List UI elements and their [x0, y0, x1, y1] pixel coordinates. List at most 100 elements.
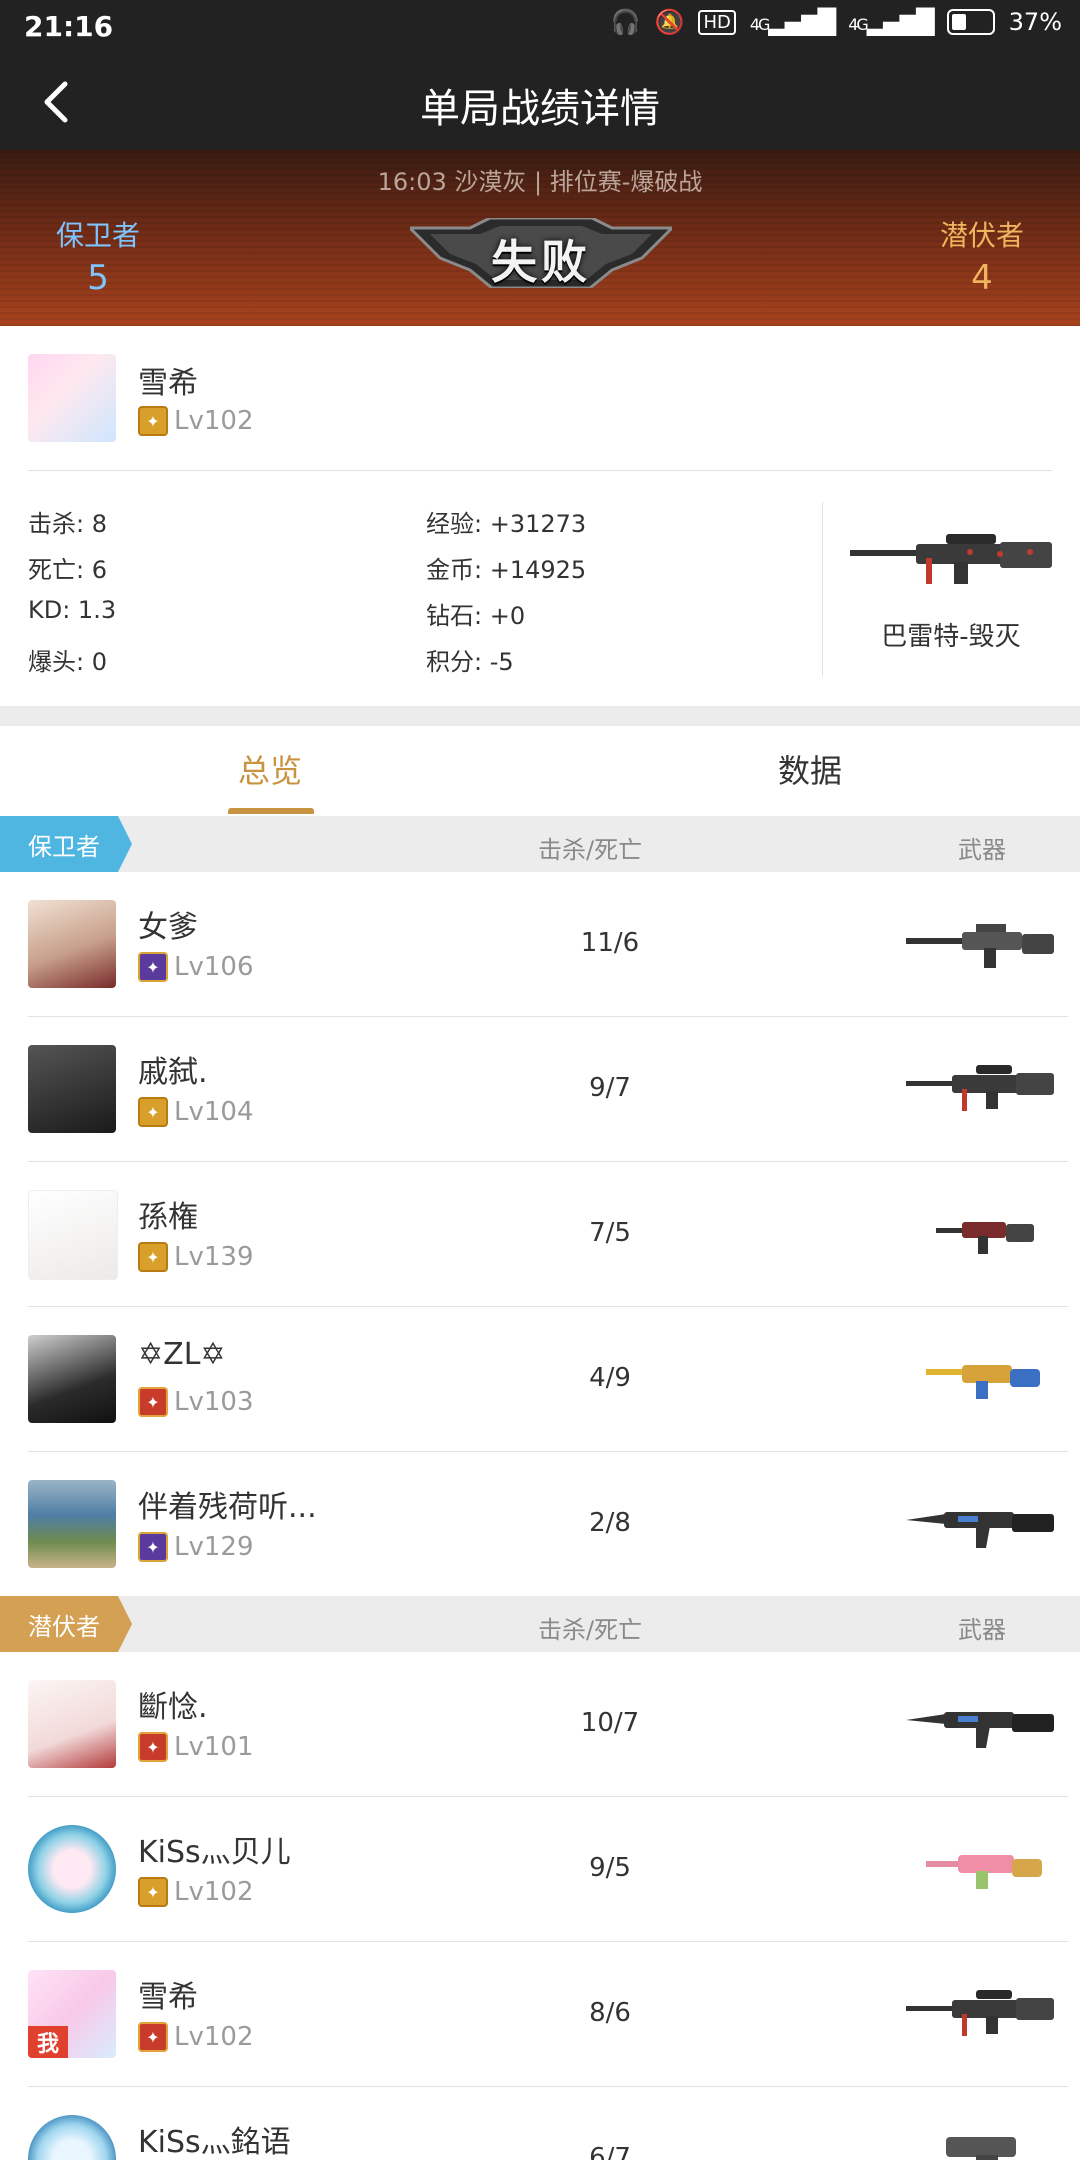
- avatar[interactable]: [28, 1480, 116, 1568]
- rank-badge-icon: ✦: [138, 1242, 168, 1272]
- row-level-text: Lv104: [174, 1097, 254, 1127]
- player-avatar[interactable]: [28, 354, 116, 442]
- row-level-text: Lv139: [174, 1242, 254, 1272]
- sniper-rifle-icon: [906, 1990, 1054, 2036]
- result-text: 失败: [491, 235, 591, 289]
- golden-rifle-icon: [926, 1365, 1040, 1399]
- attackers-col-weapon: 武器: [958, 1616, 1006, 1644]
- row-player-level: ✦ Lv102: [138, 2022, 254, 2052]
- avatar[interactable]: [28, 1680, 116, 1768]
- tab-data[interactable]: 数据: [540, 726, 1080, 816]
- signal-icon-1: 4G▂▄▆█: [749, 8, 836, 36]
- avatar[interactable]: [28, 1045, 116, 1133]
- row-player-level: ✦ Lv129: [138, 1532, 254, 1562]
- row-level-text: Lv129: [174, 1532, 254, 1562]
- result-emblem: 失败: [410, 218, 672, 289]
- attackers-col-kd: 击杀/死亡: [538, 1616, 643, 1644]
- row-player-name: ✡ZL✡: [138, 1337, 226, 1372]
- mute-icon: 🔕: [654, 8, 685, 36]
- avatar[interactable]: [28, 2115, 116, 2160]
- stat-diamond: 钻石: +0: [426, 602, 526, 630]
- player-row[interactable]: 孫権 ✦ Lv139 7/5: [0, 1162, 1080, 1307]
- ak-rifle-icon: [906, 1512, 1054, 1548]
- player-level-text: Lv102: [174, 406, 254, 436]
- player-level: ✦ Lv102: [138, 406, 254, 436]
- row-kd: 9/5: [589, 1853, 631, 1883]
- avatar[interactable]: 我: [28, 1970, 116, 2058]
- row-kd: 6/7: [589, 2143, 631, 2160]
- row-kd: 11/6: [580, 928, 640, 958]
- rank-badge-icon: ✦: [138, 2022, 168, 2052]
- stat-exp: 经验: +31273: [426, 510, 587, 538]
- match-banner: 16:03 沙漠灰 | 排位赛-爆破战 保卫者 5 失败 潜伏者 4: [0, 150, 1080, 326]
- player-row[interactable]: 我 雪希 ✦ Lv102 8/6: [0, 1942, 1080, 2087]
- player-row[interactable]: 斷惗. ✦ Lv101 10/7: [0, 1652, 1080, 1797]
- attacker-team-name: 潜伏者: [939, 219, 1024, 252]
- tab-bar: 总览 数据: [0, 726, 1080, 816]
- row-kd: 9/7: [589, 1073, 631, 1103]
- row-player-name: 戚弑.: [138, 1055, 208, 1090]
- row-player-level: ✦ Lv106: [138, 952, 254, 982]
- player-row[interactable]: KiSs灬銘语 6/7: [0, 2087, 1080, 2160]
- row-player-name: KiSs灬贝儿: [138, 1835, 291, 1870]
- tab-overview[interactable]: 总览: [0, 726, 540, 816]
- row-player-level: ✦ Lv102: [138, 1877, 254, 1907]
- row-level-text: Lv106: [174, 952, 254, 982]
- stat-points: 积分: -5: [426, 648, 514, 676]
- status-bar: 21:16 🎧 🔕 HD 4G▂▄▆█ 4G▂▄▆█ 37%: [0, 0, 1080, 54]
- divider: [28, 470, 1052, 471]
- row-player-level: ✦ Lv104: [138, 1097, 254, 1127]
- rank-badge-icon: ✦: [138, 1532, 168, 1562]
- player-row[interactable]: 女爹 ✦ Lv106 11/6: [0, 872, 1080, 1017]
- headphones-icon: 🎧: [610, 8, 641, 36]
- row-player-name: 孫権: [138, 1200, 198, 1235]
- row-kd: 2/8: [589, 1508, 631, 1538]
- player-row[interactable]: 伴着残荷听... ✦ Lv129 2/8: [0, 1452, 1080, 1597]
- row-player-name: 伴着残荷听...: [138, 1490, 317, 1525]
- player-weapon-name: 巴雷特-毁灭: [881, 622, 1021, 652]
- rank-badge-icon: ✦: [138, 1387, 168, 1417]
- match-info: 16:03 沙漠灰 | 排位赛-爆破战: [377, 168, 703, 196]
- sniper-rifle-icon[interactable]: [850, 528, 1052, 590]
- row-player-name: KiSs灬銘语: [138, 2125, 291, 2160]
- status-time: 21:16: [24, 10, 114, 43]
- tab-active-indicator: [228, 808, 314, 814]
- row-player-name: 女爹: [138, 910, 198, 945]
- battery-icon: [946, 9, 995, 35]
- avatar[interactable]: [28, 1335, 116, 1423]
- row-kd: 4/9: [589, 1363, 631, 1393]
- row-player-name: 斷惗.: [138, 1690, 208, 1725]
- sniper-rifle-icon: [906, 1065, 1054, 1111]
- signal-icon-2: 4G▂▄▆█: [848, 8, 934, 36]
- battery-percent: 37%: [1008, 8, 1062, 36]
- title-bar: 单局战绩详情: [0, 54, 1080, 150]
- avatar[interactable]: [28, 1190, 118, 1280]
- rank-badge-icon: ✦: [138, 952, 168, 982]
- carbine-icon: [936, 1222, 1034, 1254]
- defenders-col-kd: 击杀/死亡: [538, 836, 643, 864]
- attacker-team-score: 4: [971, 258, 993, 298]
- row-player-name: 雪希: [138, 1980, 198, 2015]
- row-kd: 10/7: [580, 1708, 640, 1738]
- player-row[interactable]: KiSs灬贝儿 ✦ Lv102 9/5: [0, 1797, 1080, 1942]
- stat-headshots: 爆头: 0: [28, 648, 107, 676]
- pistol-icon: [946, 2137, 1016, 2160]
- defender-team-score: 5: [87, 258, 109, 298]
- me-badge: 我: [28, 2026, 68, 2058]
- player-row[interactable]: 戚弑. ✦ Lv104 9/7: [0, 1017, 1080, 1162]
- row-level-text: Lv101: [174, 1732, 254, 1762]
- avatar[interactable]: [28, 1825, 116, 1913]
- status-icons: 🎧 🔕 HD 4G▂▄▆█ 4G▂▄▆█ 37%: [611, 8, 1062, 36]
- defenders-header: 保卫者 击杀/死亡 武器: [0, 816, 1080, 872]
- row-kd: 7/5: [589, 1218, 631, 1248]
- player-row[interactable]: ✡ZL✡ ✦ Lv103 4/9: [0, 1307, 1080, 1452]
- pink-rifle-icon: [926, 1855, 1042, 1889]
- avatar[interactable]: [28, 900, 116, 988]
- rank-badge-icon: ✦: [138, 1877, 168, 1907]
- defenders-label: 保卫者: [0, 816, 132, 872]
- defender-team-summary: 保卫者 5: [56, 214, 140, 298]
- section-gap: [0, 706, 1080, 726]
- defenders-col-weapon: 武器: [958, 836, 1006, 864]
- row-player-level: ✦ Lv139: [138, 1242, 254, 1272]
- stat-deaths: 死亡: 6: [28, 556, 107, 584]
